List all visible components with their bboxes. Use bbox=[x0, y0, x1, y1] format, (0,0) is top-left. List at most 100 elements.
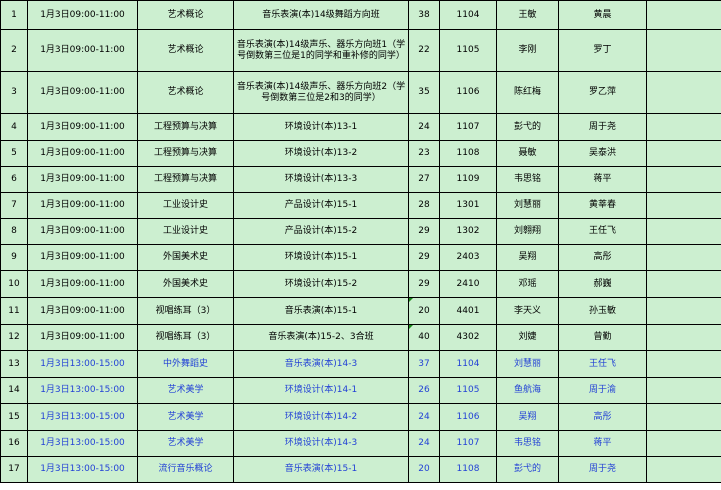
class-name-cell[interactable]: 环境设计(本)14-3 bbox=[233, 430, 409, 457]
row-number-cell[interactable]: 10 bbox=[0, 270, 28, 298]
empty-cell[interactable] bbox=[646, 324, 721, 351]
row-number-cell[interactable]: 11 bbox=[0, 297, 28, 325]
class-name-cell[interactable]: 环境设计(本)14-1 bbox=[233, 377, 409, 404]
invigilator-2-cell[interactable]: 高彤 bbox=[558, 403, 647, 431]
class-name-cell[interactable]: 音乐表演(本)14级舞蹈方向班 bbox=[233, 0, 409, 30]
student-count-cell[interactable]: 22 bbox=[408, 29, 440, 72]
course-name-cell[interactable]: 视唱练耳（3） bbox=[137, 324, 234, 351]
room-cell[interactable]: 1301 bbox=[439, 192, 497, 219]
course-name-cell[interactable]: 工程预算与决算 bbox=[137, 166, 234, 193]
student-count-cell[interactable]: 20 bbox=[408, 456, 440, 483]
empty-cell[interactable] bbox=[646, 297, 721, 325]
room-cell[interactable]: 2403 bbox=[439, 244, 497, 271]
empty-cell[interactable] bbox=[646, 270, 721, 298]
room-cell[interactable]: 1108 bbox=[439, 140, 497, 167]
student-count-cell[interactable]: 29 bbox=[408, 270, 440, 298]
row-number-cell[interactable]: 16 bbox=[0, 430, 28, 457]
class-name-cell[interactable]: 音乐表演(本)14级声乐、器乐方向班2（学号倒数第三位是2和3的同学） bbox=[233, 71, 409, 114]
row-number-cell[interactable]: 12 bbox=[0, 324, 28, 351]
course-name-cell[interactable]: 工程预算与决算 bbox=[137, 140, 234, 167]
student-count-cell[interactable]: 24 bbox=[408, 113, 440, 141]
invigilator-1-cell[interactable]: 刘翱翔 bbox=[496, 218, 559, 245]
exam-time-cell[interactable]: 1月3日09:00-11:00 bbox=[27, 166, 138, 193]
student-count-cell[interactable]: 23 bbox=[408, 140, 440, 167]
room-cell[interactable]: 1109 bbox=[439, 166, 497, 193]
invigilator-2-cell[interactable]: 吴泰洪 bbox=[558, 140, 647, 167]
exam-time-cell[interactable]: 1月3日09:00-11:00 bbox=[27, 192, 138, 219]
room-cell[interactable]: 4302 bbox=[439, 324, 497, 351]
exam-time-cell[interactable]: 1月3日13:00-15:00 bbox=[27, 430, 138, 457]
room-cell[interactable]: 1104 bbox=[439, 350, 497, 378]
invigilator-1-cell[interactable]: 吴翔 bbox=[496, 403, 559, 431]
row-number-cell[interactable]: 6 bbox=[0, 166, 28, 193]
course-name-cell[interactable]: 外国美术史 bbox=[137, 244, 234, 271]
course-name-cell[interactable]: 艺术概论 bbox=[137, 71, 234, 114]
exam-time-cell[interactable]: 1月3日09:00-11:00 bbox=[27, 244, 138, 271]
room-cell[interactable]: 1106 bbox=[439, 71, 497, 114]
exam-time-cell[interactable]: 1月3日13:00-15:00 bbox=[27, 456, 138, 483]
class-name-cell[interactable]: 环境设计(本)14-2 bbox=[233, 403, 409, 431]
student-count-cell[interactable]: 24 bbox=[408, 430, 440, 457]
invigilator-1-cell[interactable]: 彭弋的 bbox=[496, 456, 559, 483]
invigilator-1-cell[interactable]: 王敏 bbox=[496, 0, 559, 30]
student-count-cell[interactable]: 26 bbox=[408, 377, 440, 404]
exam-time-cell[interactable]: 1月3日09:00-11:00 bbox=[27, 0, 138, 30]
empty-cell[interactable] bbox=[646, 0, 721, 30]
invigilator-2-cell[interactable]: 罗乙萍 bbox=[558, 71, 647, 114]
student-count-cell[interactable]: 40 bbox=[408, 324, 440, 351]
course-name-cell[interactable]: 艺术美学 bbox=[137, 403, 234, 431]
invigilator-1-cell[interactable]: 刘慧丽 bbox=[496, 350, 559, 378]
class-name-cell[interactable]: 音乐表演(本)15-2、3合班 bbox=[233, 324, 409, 351]
row-number-cell[interactable]: 4 bbox=[0, 113, 28, 141]
row-number-cell[interactable]: 9 bbox=[0, 244, 28, 271]
student-count-cell[interactable]: 29 bbox=[408, 218, 440, 245]
exam-time-cell[interactable]: 1月3日09:00-11:00 bbox=[27, 71, 138, 114]
room-cell[interactable]: 1108 bbox=[439, 456, 497, 483]
course-name-cell[interactable]: 流行音乐概论 bbox=[137, 456, 234, 483]
class-name-cell[interactable]: 音乐表演(本)14级声乐、器乐方向班1（学号倒数第三位是1的同学和重补修的同学） bbox=[233, 29, 409, 72]
course-name-cell[interactable]: 艺术美学 bbox=[137, 430, 234, 457]
course-name-cell[interactable]: 工业设计史 bbox=[137, 192, 234, 219]
row-number-cell[interactable]: 1 bbox=[0, 0, 28, 30]
invigilator-1-cell[interactable]: 吴翔 bbox=[496, 244, 559, 271]
exam-time-cell[interactable]: 1月3日09:00-11:00 bbox=[27, 270, 138, 298]
empty-cell[interactable] bbox=[646, 430, 721, 457]
empty-cell[interactable] bbox=[646, 29, 721, 72]
invigilator-2-cell[interactable]: 孙玉敏 bbox=[558, 297, 647, 325]
invigilator-2-cell[interactable]: 王任飞 bbox=[558, 350, 647, 378]
empty-cell[interactable] bbox=[646, 71, 721, 114]
room-cell[interactable]: 1104 bbox=[439, 0, 497, 30]
invigilator-2-cell[interactable]: 高彤 bbox=[558, 244, 647, 271]
row-number-cell[interactable]: 2 bbox=[0, 29, 28, 72]
exam-time-cell[interactable]: 1月3日13:00-15:00 bbox=[27, 350, 138, 378]
class-name-cell[interactable]: 音乐表演(本)14-3 bbox=[233, 350, 409, 378]
row-number-cell[interactable]: 13 bbox=[0, 350, 28, 378]
invigilator-2-cell[interactable]: 郝巍 bbox=[558, 270, 647, 298]
empty-cell[interactable] bbox=[646, 140, 721, 167]
class-name-cell[interactable]: 环境设计(本)13-1 bbox=[233, 113, 409, 141]
row-number-cell[interactable]: 3 bbox=[0, 71, 28, 114]
student-count-cell[interactable]: 20 bbox=[408, 297, 440, 325]
course-name-cell[interactable]: 中外舞蹈史 bbox=[137, 350, 234, 378]
class-name-cell[interactable]: 环境设计(本)15-1 bbox=[233, 244, 409, 271]
empty-cell[interactable] bbox=[646, 113, 721, 141]
student-count-cell[interactable]: 29 bbox=[408, 244, 440, 271]
course-name-cell[interactable]: 艺术美学 bbox=[137, 377, 234, 404]
class-name-cell[interactable]: 产品设计(本)15-2 bbox=[233, 218, 409, 245]
class-name-cell[interactable]: 环境设计(本)13-3 bbox=[233, 166, 409, 193]
room-cell[interactable]: 1107 bbox=[439, 430, 497, 457]
invigilator-1-cell[interactable]: 李刚 bbox=[496, 29, 559, 72]
invigilator-1-cell[interactable]: 刘慧丽 bbox=[496, 192, 559, 219]
class-name-cell[interactable]: 音乐表演(本)15-1 bbox=[233, 456, 409, 483]
invigilator-2-cell[interactable]: 蒋平 bbox=[558, 166, 647, 193]
exam-time-cell[interactable]: 1月3日09:00-11:00 bbox=[27, 324, 138, 351]
student-count-cell[interactable]: 27 bbox=[408, 166, 440, 193]
exam-time-cell[interactable]: 1月3日13:00-15:00 bbox=[27, 377, 138, 404]
empty-cell[interactable] bbox=[646, 377, 721, 404]
empty-cell[interactable] bbox=[646, 350, 721, 378]
invigilator-2-cell[interactable]: 周于尧 bbox=[558, 456, 647, 483]
invigilator-1-cell[interactable]: 韦思铭 bbox=[496, 166, 559, 193]
invigilator-1-cell[interactable]: 刘婕 bbox=[496, 324, 559, 351]
invigilator-1-cell[interactable]: 陈红梅 bbox=[496, 71, 559, 114]
row-number-cell[interactable]: 5 bbox=[0, 140, 28, 167]
